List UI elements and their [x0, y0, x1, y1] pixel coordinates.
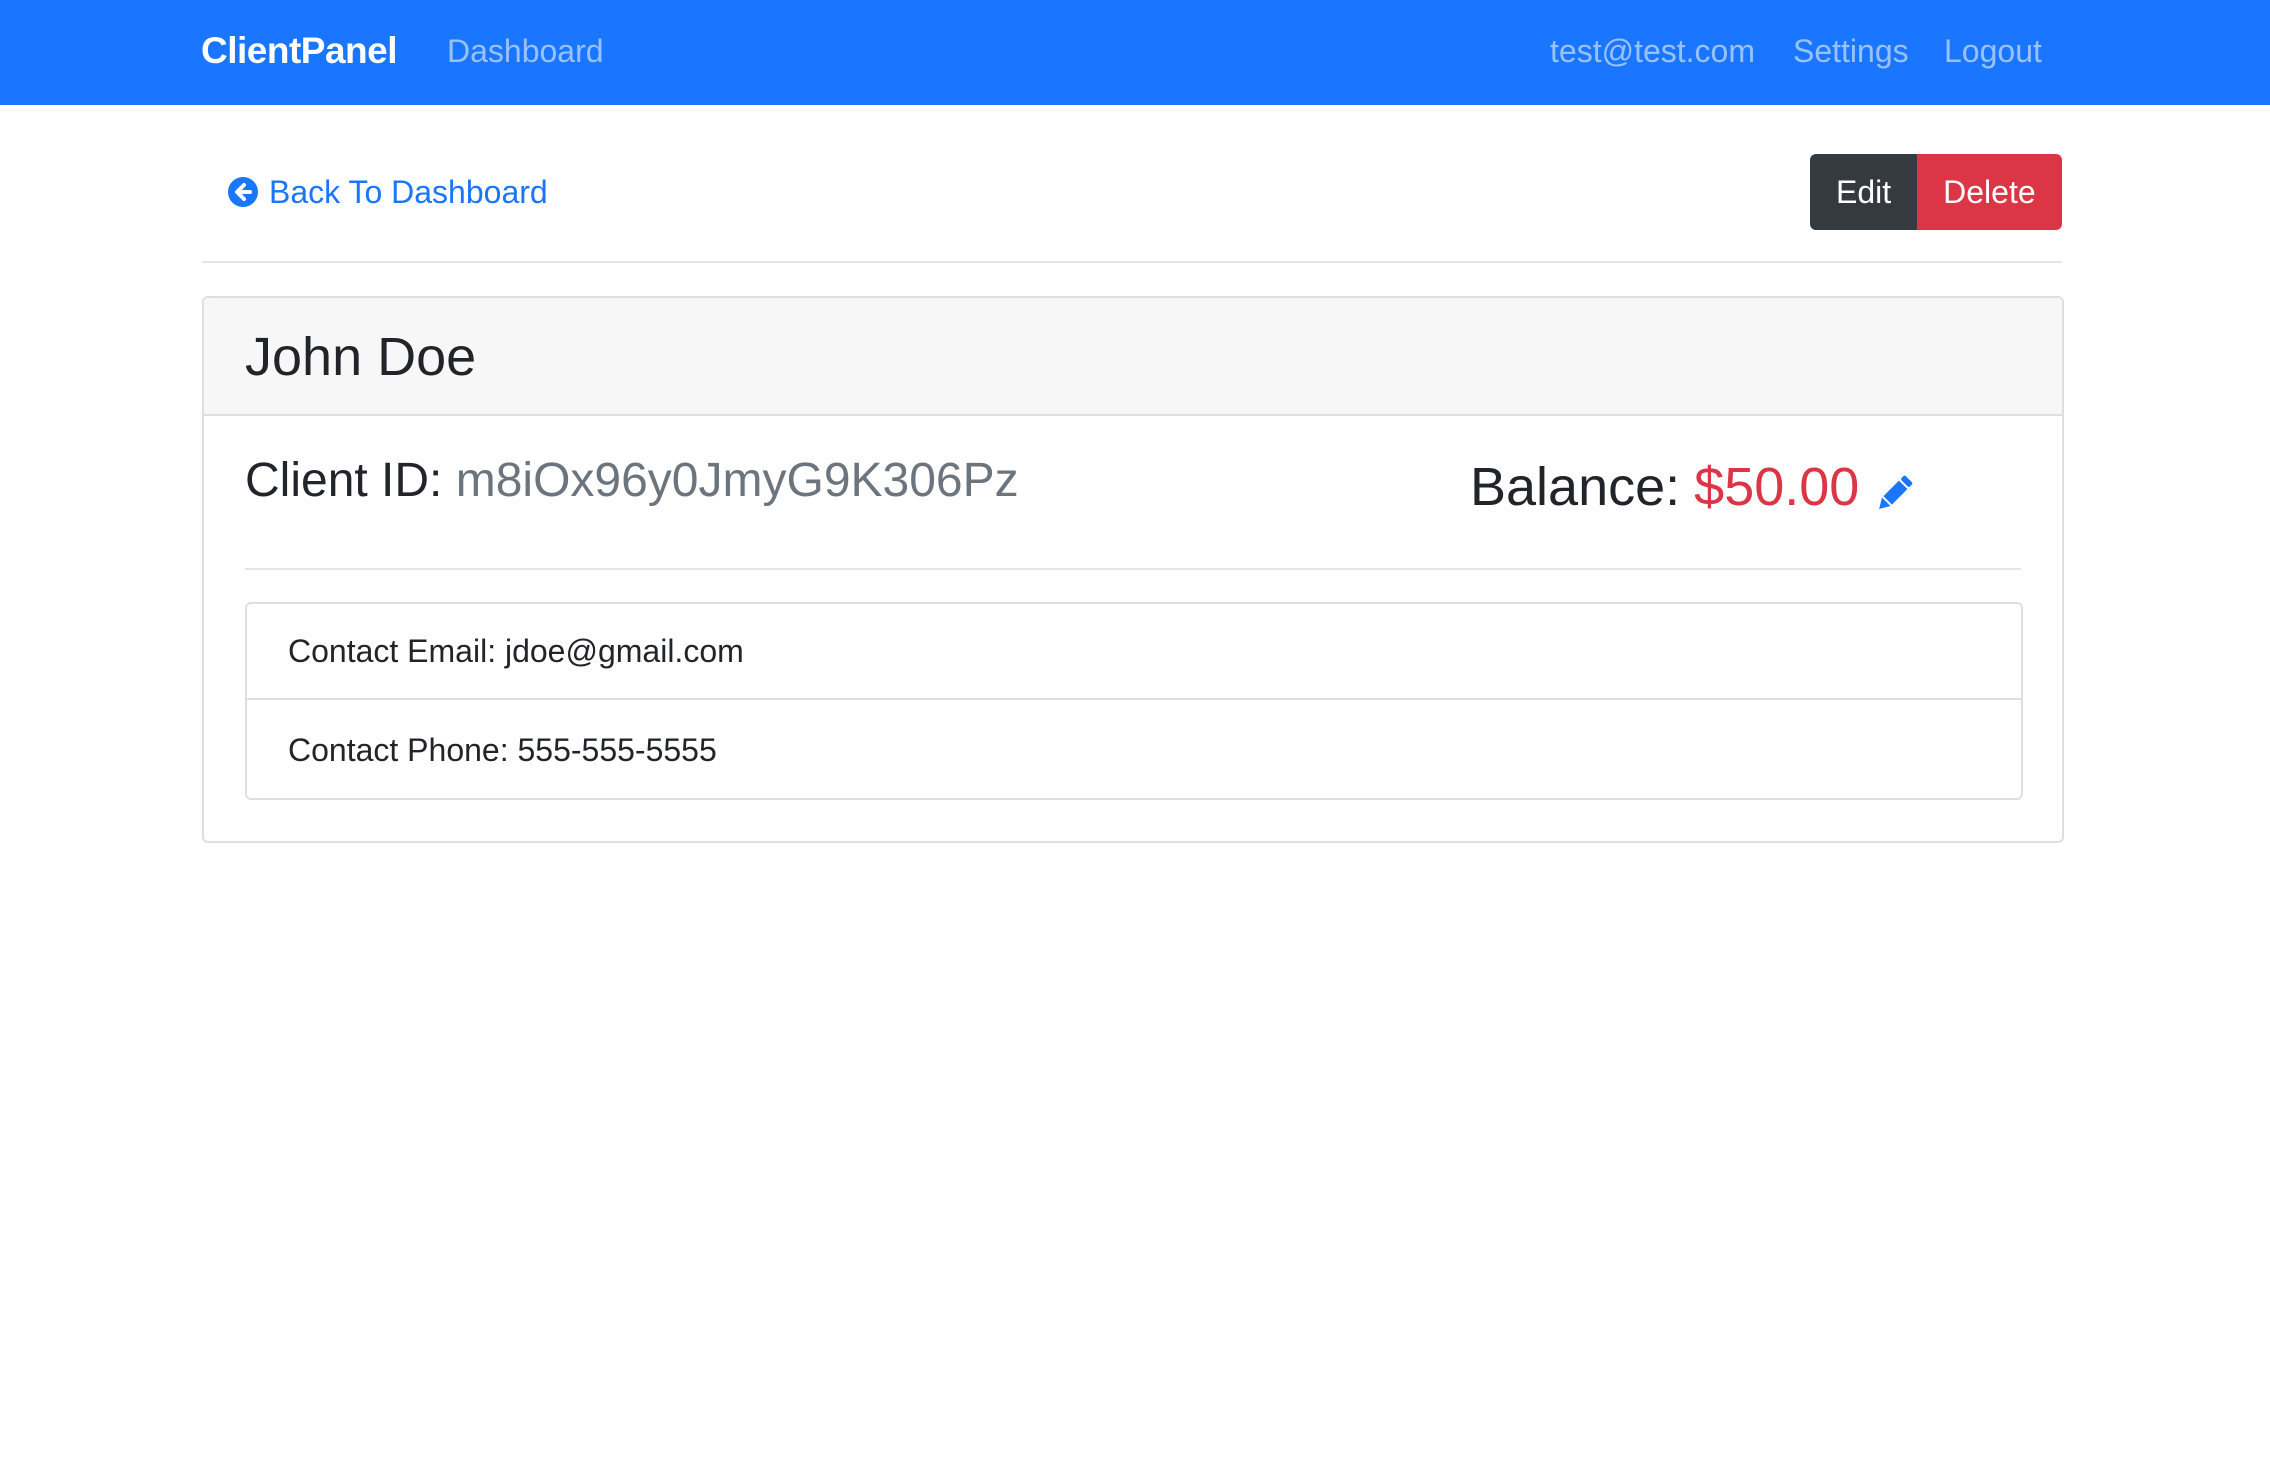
nav-dashboard-link[interactable]: Dashboard: [447, 0, 604, 105]
divider: [245, 568, 2021, 570]
nav-logout-link[interactable]: Logout: [1944, 0, 2042, 105]
contact-phone-item: Contact Phone: 555-555-5555: [288, 731, 717, 768]
client-id-label: Client ID:: [245, 454, 443, 507]
card-header: John Doe: [204, 298, 2062, 416]
delete-button[interactable]: Delete: [1917, 154, 2062, 230]
back-to-dashboard-label: Back To Dashboard: [269, 173, 548, 210]
client-details-card: John Doe Client ID: m8iOx96y0JmyG9K306Pz…: [202, 296, 2064, 843]
balance-row: Balance: $50.00: [1470, 452, 1917, 522]
divider: [202, 261, 2062, 263]
edit-button[interactable]: Edit: [1810, 154, 1918, 230]
nav-settings-link[interactable]: Settings: [1793, 0, 1909, 105]
nav-user-email-link[interactable]: test@test.com: [1550, 0, 1755, 105]
contact-email-item: Contact Email: jdoe@gmail.com: [247, 604, 2021, 700]
back-to-dashboard-link[interactable]: Back To Dashboard: [227, 166, 548, 218]
navbar: ClientPanel Dashboard test@test.com Sett…: [0, 0, 2270, 105]
client-id-value: m8iOx96y0JmyG9K306Pz: [455, 454, 1019, 507]
client-name-heading: John Doe: [245, 327, 477, 387]
pencil-icon[interactable]: [1871, 464, 1917, 510]
contact-list: Contact Email: jdoe@gmail.com Contact Ph…: [245, 602, 2023, 800]
client-id-row: Client ID: m8iOx96y0JmyG9K306Pz: [245, 446, 1019, 516]
brand-logo[interactable]: ClientPanel: [201, 0, 398, 105]
arrow-circle-left-icon: [227, 176, 259, 208]
balance-label: Balance:: [1470, 457, 1681, 517]
balance-value: $50.00: [1694, 457, 1860, 517]
action-button-group: Edit Delete: [1810, 154, 2062, 230]
